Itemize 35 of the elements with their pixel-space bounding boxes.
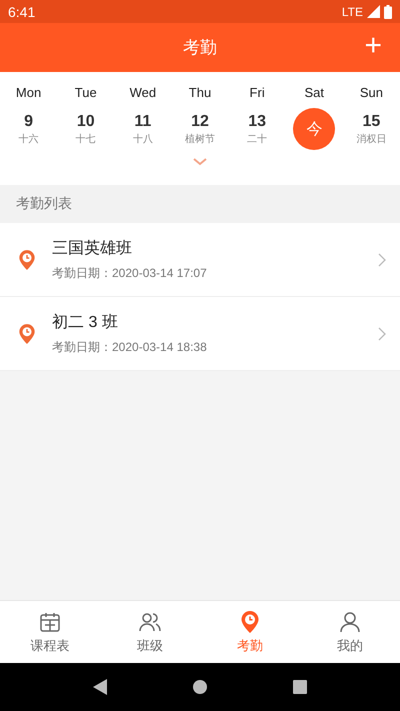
attendance-date: 考勤日期：2020-03-14 17:07 — [52, 264, 208, 282]
section-title: 考勤列表 — [16, 195, 72, 213]
signal-icon — [367, 5, 380, 18]
network-label: LTE — [342, 4, 363, 18]
class-name: 初二 3 班 — [52, 312, 119, 332]
calendar-day[interactable]: 15 消权日 — [342, 104, 400, 154]
tab-item[interactable]: 课程表 — [0, 601, 100, 663]
location-clock-icon — [18, 322, 36, 344]
weekday-label: Sun — [358, 84, 384, 102]
calendar-day[interactable]: 12 植树节 — [171, 104, 229, 154]
weekday-label: Tue — [74, 84, 98, 102]
calendar-day[interactable]: 10 十七 — [57, 104, 114, 154]
calendar-day[interactable]: 9 十六 — [0, 104, 58, 154]
weekday-label: Sat — [304, 84, 326, 102]
battery-icon — [384, 4, 392, 18]
chevron-right-icon — [378, 326, 386, 340]
weekday-label: Mon — [14, 84, 42, 102]
page-title: 考勤 — [183, 37, 217, 59]
tab-item[interactable]: 班级 — [100, 601, 200, 663]
weekday-label: Thu — [188, 84, 212, 102]
attendance-date: 考勤日期：2020-03-14 18:38 — [52, 338, 208, 356]
class-name: 三国英雄班 — [52, 238, 133, 258]
chevron-right-icon — [378, 252, 386, 266]
calendar-day[interactable]: 13 二十 — [228, 104, 286, 154]
tab-item[interactable]: 我的 — [300, 601, 400, 663]
home-icon[interactable] — [193, 680, 207, 694]
attendance-row[interactable]: 三国英雄班 考勤日期：2020-03-14 17:07 — [0, 223, 400, 297]
status-time: 6:41 — [8, 4, 36, 20]
weekday-label: Wed — [128, 84, 158, 102]
weekday-label: Fri — [248, 84, 266, 102]
location-clock-icon — [18, 248, 36, 270]
person-icon — [338, 610, 362, 634]
back-icon[interactable] — [93, 679, 107, 695]
attendance-row[interactable]: 初二 3 班 考勤日期：2020-03-14 18:38 — [0, 297, 400, 371]
calendar-day[interactable]: 11 十八 — [114, 104, 172, 154]
